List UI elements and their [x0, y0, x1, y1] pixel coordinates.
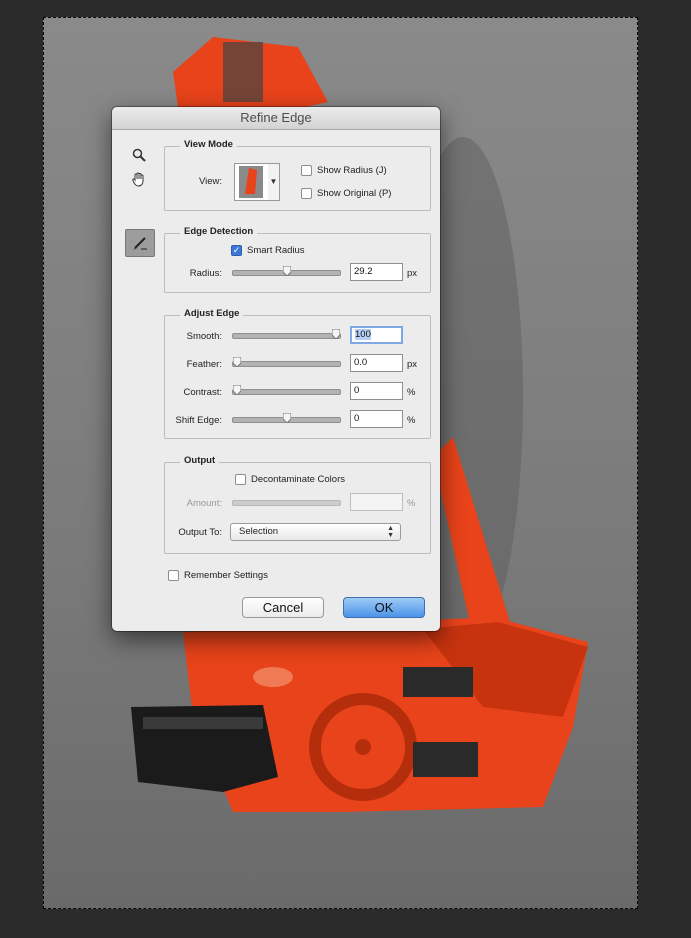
output-to-select[interactable]: Selection ▲ ▼ — [230, 523, 401, 541]
smart-radius-checkbox[interactable]: ✓ — [231, 245, 242, 256]
contrast-unit: % — [407, 387, 416, 398]
feather-label: Feather: — [186, 359, 222, 370]
view-label: View: — [198, 176, 222, 187]
refine-edge-dialog: Refine Edge View Mode View: ▼ Show Radiu… — [112, 107, 440, 631]
smooth-slider-thumb[interactable] — [332, 329, 340, 339]
feather-slider-thumb[interactable] — [233, 357, 241, 367]
shift-edge-label: Shift Edge: — [175, 415, 222, 426]
show-original-label: Show Original (P) — [317, 188, 392, 199]
remember-settings-checkbox[interactable] — [168, 570, 179, 581]
smooth-input[interactable]: 100 — [350, 326, 403, 344]
shift-edge-slider[interactable] — [232, 413, 341, 423]
smooth-label: Smooth: — [186, 331, 222, 342]
decontaminate-label: Decontaminate Colors — [251, 474, 345, 485]
ok-button[interactable]: OK — [343, 597, 425, 618]
show-radius-checkbox[interactable] — [301, 165, 312, 176]
chute-chain — [223, 42, 263, 102]
amount-input[interactable] — [350, 493, 403, 511]
radius-input[interactable]: 29.2 — [350, 263, 403, 281]
radius-slider[interactable] — [232, 266, 341, 276]
feather-slider[interactable] — [232, 357, 341, 367]
remember-settings-label: Remember Settings — [184, 570, 268, 581]
smooth-value: 100 — [355, 329, 371, 340]
decontaminate-checkbox[interactable] — [235, 474, 246, 485]
view-mode-title: View Mode — [180, 139, 237, 150]
amount-label: Amount: — [186, 498, 222, 509]
shift-edge-input[interactable]: 0 — [350, 410, 403, 428]
radius-slider-thumb[interactable] — [282, 266, 291, 276]
contrast-slider[interactable] — [232, 385, 341, 395]
bucket-lower — [413, 742, 478, 777]
output-to-label: Output To: — [178, 527, 222, 538]
refine-radius-brush-icon[interactable] — [125, 229, 155, 257]
hand-icon[interactable] — [130, 170, 148, 188]
svg-text:▼: ▼ — [270, 177, 278, 186]
dialog-title: Refine Edge — [112, 107, 440, 130]
contrast-input[interactable]: 0 — [350, 382, 403, 400]
zoom-icon[interactable] — [130, 147, 148, 163]
output-title: Output — [180, 455, 220, 466]
output-to-value: Selection — [239, 526, 279, 537]
radius-unit: px — [407, 268, 418, 279]
contrast-label: Contrast: — [183, 387, 222, 398]
edge-detection-title: Edge Detection — [180, 226, 258, 237]
shift-edge-unit: % — [407, 415, 416, 426]
bucket-upper — [403, 667, 473, 697]
track-tread — [143, 717, 263, 729]
show-original-checkbox[interactable] — [301, 188, 312, 199]
cancel-button[interactable]: Cancel — [242, 597, 324, 618]
shift-edge-slider-thumb[interactable] — [282, 413, 291, 423]
amount-slider[interactable] — [232, 500, 341, 506]
smooth-slider[interactable] — [232, 329, 341, 339]
updown-arrows-icon: ▲ ▼ — [387, 525, 394, 539]
wheel-hub — [355, 739, 371, 755]
amount-unit: % — [407, 498, 416, 509]
radius-label: Radius: — [189, 268, 222, 279]
smart-radius-label: Smart Radius — [247, 245, 305, 256]
adjust-edge-title: Adjust Edge — [180, 308, 244, 319]
feather-unit: px — [407, 359, 418, 370]
badge — [253, 667, 293, 687]
contrast-slider-thumb[interactable] — [233, 385, 241, 395]
feather-input[interactable]: 0.0 — [350, 354, 403, 372]
show-radius-label: Show Radius (J) — [317, 165, 387, 176]
view-mode-picker[interactable]: ▼ — [234, 163, 280, 201]
